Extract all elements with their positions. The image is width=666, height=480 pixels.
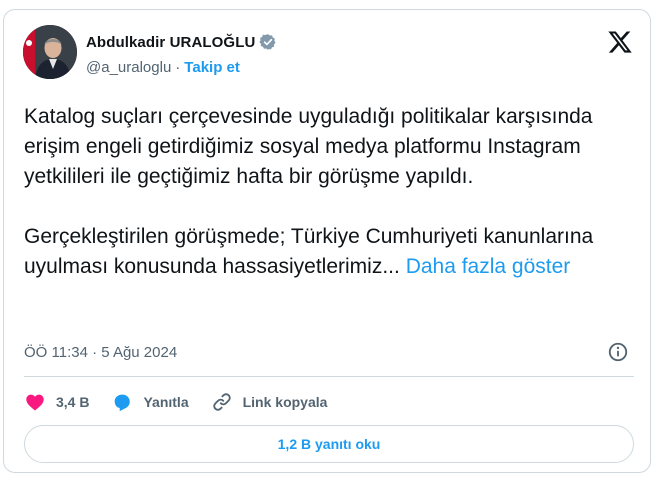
like-count: 3,4 B xyxy=(56,394,90,410)
x-logo-icon[interactable] xyxy=(607,29,633,55)
info-icon[interactable] xyxy=(607,341,629,363)
read-replies-button[interactable]: 1,2 B yanıtı oku xyxy=(24,425,634,463)
copy-link-button[interactable]: Link kopyala xyxy=(211,391,328,413)
handle-separator: · xyxy=(175,59,181,76)
copy-link-label: Link kopyala xyxy=(242,394,328,410)
tweet-text: Katalog suçları çerçevesinde uyguladığı … xyxy=(24,102,636,282)
author-name-row: Abdulkadir URALOĞLU xyxy=(86,33,277,51)
verified-badge-icon xyxy=(259,33,277,51)
heart-icon xyxy=(26,394,44,411)
tweet-card: Abdulkadir URALOĞLU @a_uraloglu · Takip … xyxy=(3,9,651,473)
show-more-link[interactable]: Daha fazla göster xyxy=(406,255,571,278)
reply-button[interactable]: Yanıtla xyxy=(111,391,189,413)
timestamp[interactable]: ÖÖ 11:34 · 5 Ağu 2024 xyxy=(24,344,177,361)
action-bar: 3,4 B Yanıtla Link kopyala xyxy=(24,388,349,416)
link-icon xyxy=(212,393,231,411)
author-handle[interactable]: @a_uraloglu xyxy=(86,59,171,76)
reply-bubble-icon xyxy=(115,394,131,412)
avatar[interactable] xyxy=(23,25,77,79)
divider xyxy=(24,376,634,377)
tweet-paragraph-1: Katalog suçları çerçevesinde uyguladığı … xyxy=(24,105,599,188)
follow-button[interactable]: Takip et xyxy=(184,59,240,76)
like-button[interactable]: 3,4 B xyxy=(24,391,89,413)
author-name[interactable]: Abdulkadir URALOĞLU xyxy=(86,34,255,51)
handle-row: @a_uraloglu · Takip et xyxy=(86,59,240,76)
reply-label: Yanıtla xyxy=(143,394,189,410)
